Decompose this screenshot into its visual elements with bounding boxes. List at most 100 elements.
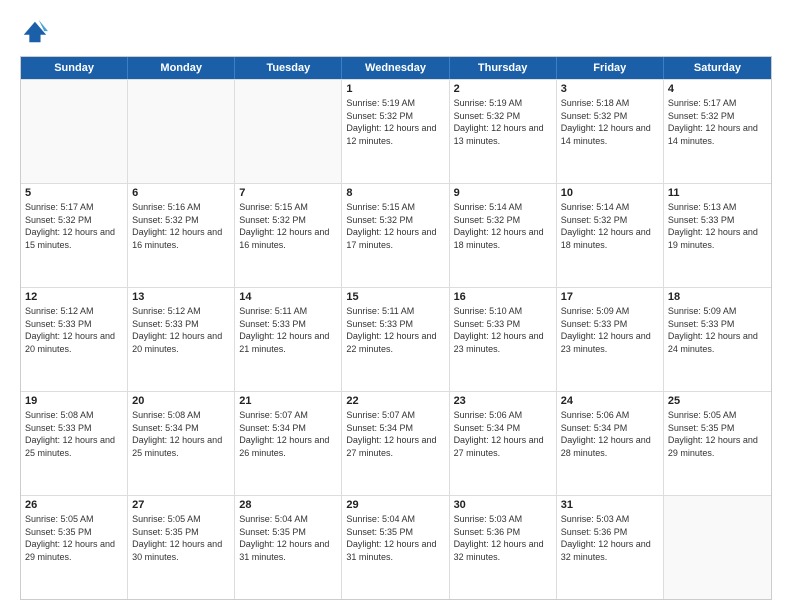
calendar-header-cell: Tuesday — [235, 57, 342, 79]
cell-info: Sunrise: 5:07 AM Sunset: 5:34 PM Dayligh… — [239, 409, 337, 459]
cell-info: Sunrise: 5:15 AM Sunset: 5:32 PM Dayligh… — [239, 201, 337, 251]
day-number: 25 — [668, 395, 767, 407]
day-number: 24 — [561, 395, 659, 407]
day-number: 8 — [346, 187, 444, 199]
day-number: 31 — [561, 499, 659, 511]
cell-info: Sunrise: 5:15 AM Sunset: 5:32 PM Dayligh… — [346, 201, 444, 251]
cell-info: Sunrise: 5:16 AM Sunset: 5:32 PM Dayligh… — [132, 201, 230, 251]
day-number: 5 — [25, 187, 123, 199]
calendar-header-cell: Wednesday — [342, 57, 449, 79]
table-row — [21, 80, 128, 183]
cell-info: Sunrise: 5:03 AM Sunset: 5:36 PM Dayligh… — [561, 513, 659, 563]
table-row: 23 Sunrise: 5:06 AM Sunset: 5:34 PM Dayli… — [450, 392, 557, 495]
cell-info: Sunrise: 5:08 AM Sunset: 5:33 PM Dayligh… — [25, 409, 123, 459]
calendar-header: SundayMondayTuesdayWednesdayThursdayFrid… — [21, 57, 771, 79]
table-row: 12 Sunrise: 5:12 AM Sunset: 5:33 PM Dayli… — [21, 288, 128, 391]
logo — [20, 18, 52, 46]
table-row: 8 Sunrise: 5:15 AM Sunset: 5:32 PM Daylig… — [342, 184, 449, 287]
day-number: 13 — [132, 291, 230, 303]
cell-info: Sunrise: 5:05 AM Sunset: 5:35 PM Dayligh… — [668, 409, 767, 459]
table-row: 24 Sunrise: 5:06 AM Sunset: 5:34 PM Dayli… — [557, 392, 664, 495]
table-row: 11 Sunrise: 5:13 AM Sunset: 5:33 PM Dayli… — [664, 184, 771, 287]
table-row: 20 Sunrise: 5:08 AM Sunset: 5:34 PM Dayli… — [128, 392, 235, 495]
day-number: 17 — [561, 291, 659, 303]
table-row: 9Sunrise: 5:14 AM Sunset: 5:32 PM Daylig… — [450, 184, 557, 287]
calendar-body: 1 Sunrise: 5:19 AM Sunset: 5:32 PM Daylig… — [21, 79, 771, 599]
day-number: 23 — [454, 395, 552, 407]
day-number: 6 — [132, 187, 230, 199]
table-row: 28 Sunrise: 5:04 AM Sunset: 5:35 PM Dayli… — [235, 496, 342, 599]
calendar-header-cell: Saturday — [664, 57, 771, 79]
table-row: 2Sunrise: 5:19 AM Sunset: 5:32 PM Daylig… — [450, 80, 557, 183]
cell-info: Sunrise: 5:09 AM Sunset: 5:33 PM Dayligh… — [561, 305, 659, 355]
cell-info: Sunrise: 5:04 AM Sunset: 5:35 PM Dayligh… — [239, 513, 337, 563]
day-number: 3 — [561, 83, 659, 95]
day-number: 22 — [346, 395, 444, 407]
cell-info: Sunrise: 5:03 AM Sunset: 5:36 PM Dayligh… — [454, 513, 552, 563]
table-row: 3Sunrise: 5:18 AM Sunset: 5:32 PM Daylig… — [557, 80, 664, 183]
table-row: 22 Sunrise: 5:07 AM Sunset: 5:34 PM Dayli… — [342, 392, 449, 495]
cell-info: Sunrise: 5:06 AM Sunset: 5:34 PM Dayligh… — [561, 409, 659, 459]
day-number: 19 — [25, 395, 123, 407]
day-number: 10 — [561, 187, 659, 199]
cell-info: Sunrise: 5:14 AM Sunset: 5:32 PM Dayligh… — [454, 201, 552, 251]
table-row: 27 Sunrise: 5:05 AM Sunset: 5:35 PM Dayli… — [128, 496, 235, 599]
logo-icon — [20, 18, 48, 46]
table-row: 6 Sunrise: 5:16 AM Sunset: 5:32 PM Daylig… — [128, 184, 235, 287]
calendar-row: 1 Sunrise: 5:19 AM Sunset: 5:32 PM Daylig… — [21, 79, 771, 183]
cell-info: Sunrise: 5:12 AM Sunset: 5:33 PM Dayligh… — [132, 305, 230, 355]
day-number: 29 — [346, 499, 444, 511]
table-row — [664, 496, 771, 599]
table-row: 1Sunrise: 5:19 AM Sunset: 5:32 PM Daylig… — [342, 80, 449, 183]
day-number: 11 — [668, 187, 767, 199]
table-row: 16Sunrise: 5:10 AM Sunset: 5:33 PM Dayli… — [450, 288, 557, 391]
day-number: 4 — [668, 83, 767, 95]
day-number: 18 — [668, 291, 767, 303]
day-number: 7 — [239, 187, 337, 199]
table-row: 14Sunrise: 5:11 AM Sunset: 5:33 PM Dayli… — [235, 288, 342, 391]
cell-info: Sunrise: 5:08 AM Sunset: 5:34 PM Dayligh… — [132, 409, 230, 459]
cell-info: Sunrise: 5:05 AM Sunset: 5:35 PM Dayligh… — [132, 513, 230, 563]
table-row — [235, 80, 342, 183]
cell-info: Sunrise: 5:19 AM Sunset: 5:32 PM Dayligh… — [454, 97, 552, 147]
calendar: SundayMondayTuesdayWednesdayThursdayFrid… — [20, 56, 772, 600]
cell-info: Sunrise: 5:14 AM Sunset: 5:32 PM Dayligh… — [561, 201, 659, 251]
cell-info: Sunrise: 5:07 AM Sunset: 5:34 PM Dayligh… — [346, 409, 444, 459]
table-row: 31 Sunrise: 5:03 AM Sunset: 5:36 PM Dayli… — [557, 496, 664, 599]
cell-info: Sunrise: 5:06 AM Sunset: 5:34 PM Dayligh… — [454, 409, 552, 459]
table-row: 30Sunrise: 5:03 AM Sunset: 5:36 PM Dayli… — [450, 496, 557, 599]
cell-info: Sunrise: 5:04 AM Sunset: 5:35 PM Dayligh… — [346, 513, 444, 563]
table-row: 7 Sunrise: 5:15 AM Sunset: 5:32 PM Daylig… — [235, 184, 342, 287]
day-number: 16 — [454, 291, 552, 303]
table-row: 18Sunrise: 5:09 AM Sunset: 5:33 PM Dayli… — [664, 288, 771, 391]
cell-info: Sunrise: 5:12 AM Sunset: 5:33 PM Dayligh… — [25, 305, 123, 355]
day-number: 20 — [132, 395, 230, 407]
table-row — [128, 80, 235, 183]
cell-info: Sunrise: 5:17 AM Sunset: 5:32 PM Dayligh… — [25, 201, 123, 251]
cell-info: Sunrise: 5:17 AM Sunset: 5:32 PM Dayligh… — [668, 97, 767, 147]
calendar-header-cell: Sunday — [21, 57, 128, 79]
table-row: 10 Sunrise: 5:14 AM Sunset: 5:32 PM Dayli… — [557, 184, 664, 287]
cell-info: Sunrise: 5:05 AM Sunset: 5:35 PM Dayligh… — [25, 513, 123, 563]
calendar-row: 26 Sunrise: 5:05 AM Sunset: 5:35 PM Dayli… — [21, 495, 771, 599]
day-number: 28 — [239, 499, 337, 511]
day-number: 12 — [25, 291, 123, 303]
table-row: 29 Sunrise: 5:04 AM Sunset: 5:35 PM Dayli… — [342, 496, 449, 599]
cell-info: Sunrise: 5:11 AM Sunset: 5:33 PM Dayligh… — [346, 305, 444, 355]
day-number: 21 — [239, 395, 337, 407]
table-row: 13 Sunrise: 5:12 AM Sunset: 5:33 PM Dayli… — [128, 288, 235, 391]
day-number: 14 — [239, 291, 337, 303]
table-row: 15 Sunrise: 5:11 AM Sunset: 5:33 PM Dayli… — [342, 288, 449, 391]
table-row: 4 Sunrise: 5:17 AM Sunset: 5:32 PM Daylig… — [664, 80, 771, 183]
table-row: 25 Sunrise: 5:05 AM Sunset: 5:35 PM Dayli… — [664, 392, 771, 495]
day-number: 1 — [346, 83, 444, 95]
calendar-header-cell: Monday — [128, 57, 235, 79]
day-number: 15 — [346, 291, 444, 303]
day-number: 26 — [25, 499, 123, 511]
calendar-header-cell: Thursday — [450, 57, 557, 79]
day-number: 27 — [132, 499, 230, 511]
table-row: 21 Sunrise: 5:07 AM Sunset: 5:34 PM Dayli… — [235, 392, 342, 495]
page: SundayMondayTuesdayWednesdayThursdayFrid… — [0, 0, 792, 612]
cell-info: Sunrise: 5:13 AM Sunset: 5:33 PM Dayligh… — [668, 201, 767, 251]
calendar-row: 5 Sunrise: 5:17 AM Sunset: 5:32 PM Daylig… — [21, 183, 771, 287]
